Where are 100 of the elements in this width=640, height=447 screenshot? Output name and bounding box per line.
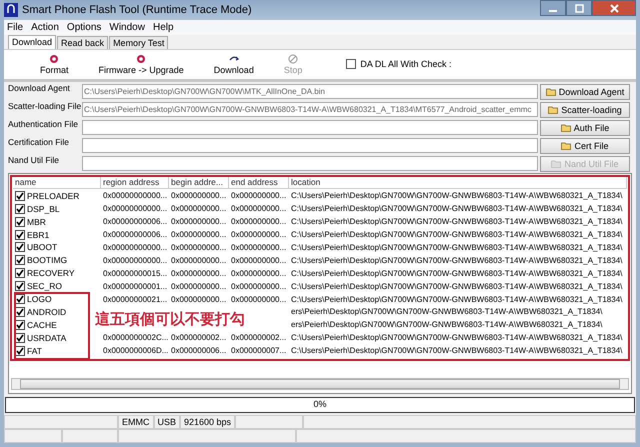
table-cell: 0x000000000... bbox=[231, 242, 286, 252]
file-label: Download Agent bbox=[8, 83, 71, 94]
partition-name: RECOVERY bbox=[27, 268, 75, 278]
partition-name: LOGO bbox=[27, 294, 52, 304]
row-checkbox[interactable] bbox=[15, 230, 25, 240]
table-cell: 0x000000000... bbox=[231, 282, 286, 291]
status-field: USB bbox=[154, 415, 180, 429]
disc-icon bbox=[49, 54, 60, 64]
table-cell: 0x00000000000... bbox=[103, 204, 168, 214]
file-path-field[interactable] bbox=[82, 120, 538, 136]
table-cell: 0x00000000000... bbox=[103, 256, 168, 265]
close-icon bbox=[610, 4, 618, 12]
menu-item[interactable]: File bbox=[7, 22, 24, 33]
table-cell: 0x000000000... bbox=[231, 230, 286, 240]
table-cell: ers\Peierh\Desktop\GN700W\GN700W-GNWBW6803-T14W-A\WBW680321_A_T1834\ bbox=[291, 307, 602, 316]
partition-name: MBR bbox=[27, 216, 46, 227]
file-path-field[interactable] bbox=[82, 138, 538, 154]
close-button[interactable] bbox=[592, 0, 636, 16]
table-cell: ers\Peierh\Desktop\GN700W\GN700W-GNWBW6803-T14W-A\WBW680321_A_T1834\ bbox=[291, 320, 602, 330]
table-cell: 0x000000006... bbox=[171, 346, 226, 356]
table-cell: 0x000000002... bbox=[171, 333, 226, 342]
table-cell: 0x000000000... bbox=[171, 282, 226, 291]
row-checkbox[interactable] bbox=[15, 306, 25, 317]
format-button[interactable]: Format bbox=[34, 54, 75, 76]
partition-name: USRDATA bbox=[27, 332, 66, 343]
table-cell: 0x000000000... bbox=[231, 204, 286, 214]
row-checkbox[interactable] bbox=[15, 294, 25, 304]
menu-item[interactable]: Help bbox=[152, 22, 174, 33]
row-checkbox[interactable] bbox=[15, 281, 25, 292]
column-header[interactable]: region address bbox=[101, 177, 169, 188]
folder-icon bbox=[561, 142, 572, 150]
row-checkbox[interactable] bbox=[15, 190, 25, 201]
file-button[interactable]: Auth File bbox=[540, 120, 630, 136]
row-checkbox[interactable] bbox=[15, 204, 25, 214]
table-cell: 0x000000000... bbox=[171, 217, 226, 226]
row-checkbox[interactable] bbox=[15, 255, 25, 266]
menu-item[interactable]: Options bbox=[66, 22, 102, 33]
download-button[interactable]: Download bbox=[208, 54, 260, 76]
column-header[interactable]: end address bbox=[229, 177, 289, 188]
column-header[interactable]: name bbox=[13, 177, 101, 188]
column-header[interactable]: location bbox=[289, 177, 627, 188]
table-cell: 0x000000000... bbox=[231, 256, 286, 265]
row-checkbox[interactable] bbox=[15, 216, 25, 227]
file-button[interactable]: Cert File bbox=[540, 138, 630, 154]
file-path-field[interactable]: C:\Users\Peierh\Desktop\GN700W\GN700W\MTK_AllInOne_DA.bin bbox=[82, 84, 538, 100]
table-cell: 0x00000000006... bbox=[103, 217, 168, 226]
partition-name: SEC_RO bbox=[27, 281, 62, 292]
file-label: Nand Util File bbox=[8, 155, 60, 166]
table-cell: C:\Users\Peierh\Desktop\GN700W\GN700W-GNWBW6803-T14W-A\WBW680321_A_T1834\ bbox=[291, 256, 622, 265]
table-cell: 0x000000000... bbox=[171, 230, 226, 240]
row-checkbox[interactable] bbox=[15, 346, 25, 356]
tab[interactable]: Download bbox=[8, 35, 56, 50]
table-cell: 0x00000000015... bbox=[103, 268, 168, 278]
tab[interactable]: Memory Test bbox=[109, 36, 168, 50]
da-check-checkbox[interactable]: DA DL All With Check : bbox=[346, 59, 452, 70]
folder-icon bbox=[548, 106, 558, 114]
table-cell: C:\Users\Peierh\Desktop\GN700W\GN700W-GNWBW6803-T14W-A\WBW680321_A_T1834\ bbox=[291, 268, 622, 278]
stop-icon bbox=[288, 54, 298, 64]
partition-name: BOOTIMG bbox=[27, 255, 68, 266]
maximize-button[interactable] bbox=[566, 0, 592, 16]
table-cell: 0x000000000... bbox=[171, 242, 226, 252]
app-icon bbox=[4, 2, 18, 17]
minimize-button[interactable] bbox=[540, 0, 566, 16]
partition-name: DSP_BL bbox=[27, 204, 60, 214]
table-cell: 0x000000000... bbox=[231, 294, 286, 304]
table-cell: 0x0000000002C... bbox=[103, 333, 168, 342]
table-cell: C:\Users\Peierh\Desktop\GN700W\GN700W-GNWBW6803-T14W-A\WBW680321_A_T1834\ bbox=[291, 282, 622, 291]
table-cell: 0x00000000000... bbox=[103, 191, 168, 200]
table-cell: 0x00000000021... bbox=[103, 294, 168, 304]
file-button[interactable]: Download Agent bbox=[540, 84, 630, 100]
partition-name: PRELOADER bbox=[27, 190, 80, 201]
file-path-field[interactable]: C:\Users\Peierh\Desktop\GN700W\GN700W-GNWBW6803-T14W-A\WBW680321_A_T1834\MT6577_Android_scatter_emmc bbox=[82, 102, 538, 118]
table-cell: C:\Users\Peierh\Desktop\GN700W\GN700W-GNWBW6803-T14W-A\WBW680321_A_T1834\ bbox=[291, 191, 622, 200]
row-checkbox[interactable] bbox=[15, 268, 25, 278]
row-checkbox[interactable] bbox=[15, 242, 25, 252]
horizontal-scrollbar[interactable] bbox=[11, 378, 629, 390]
table-cell: 0x00000000000... bbox=[103, 242, 168, 252]
table-cell: 0x000000000... bbox=[231, 268, 286, 278]
window-title: Smart Phone Flash Tool (Runtime Trace Mode) bbox=[22, 4, 252, 16]
file-path-field[interactable] bbox=[82, 156, 538, 172]
table-cell: C:\Users\Peierh\Desktop\GN700W\GN700W-GNWBW6803-T14W-A\WBW680321_A_T1834\ bbox=[291, 294, 622, 304]
status-field: EMMC bbox=[118, 415, 154, 429]
row-checkbox[interactable] bbox=[15, 320, 25, 330]
table-cell: 0x000000000... bbox=[171, 256, 226, 265]
file-label: Certification File bbox=[8, 137, 70, 148]
table-cell: 0x000000000... bbox=[231, 191, 286, 200]
menu-item[interactable]: Window bbox=[109, 22, 145, 33]
table-cell: 0x00000000001... bbox=[103, 282, 168, 291]
table-cell: 0x000000000... bbox=[231, 217, 286, 226]
upgrade-button[interactable]: Firmware -> Upgrade bbox=[92, 54, 190, 76]
column-header[interactable]: begin addre... bbox=[169, 177, 229, 188]
row-checkbox[interactable] bbox=[15, 332, 25, 343]
progress-reading: 0% bbox=[312, 399, 328, 410]
file-label: Scatter-loading File bbox=[8, 101, 80, 112]
folder-icon bbox=[546, 88, 556, 96]
tab[interactable]: Read back bbox=[57, 36, 108, 50]
table-cell: 0x000000002... bbox=[231, 333, 286, 342]
minimize-icon bbox=[549, 10, 557, 12]
file-button[interactable]: Scatter-loading bbox=[540, 102, 630, 118]
menu-item[interactable]: Action bbox=[31, 22, 59, 33]
